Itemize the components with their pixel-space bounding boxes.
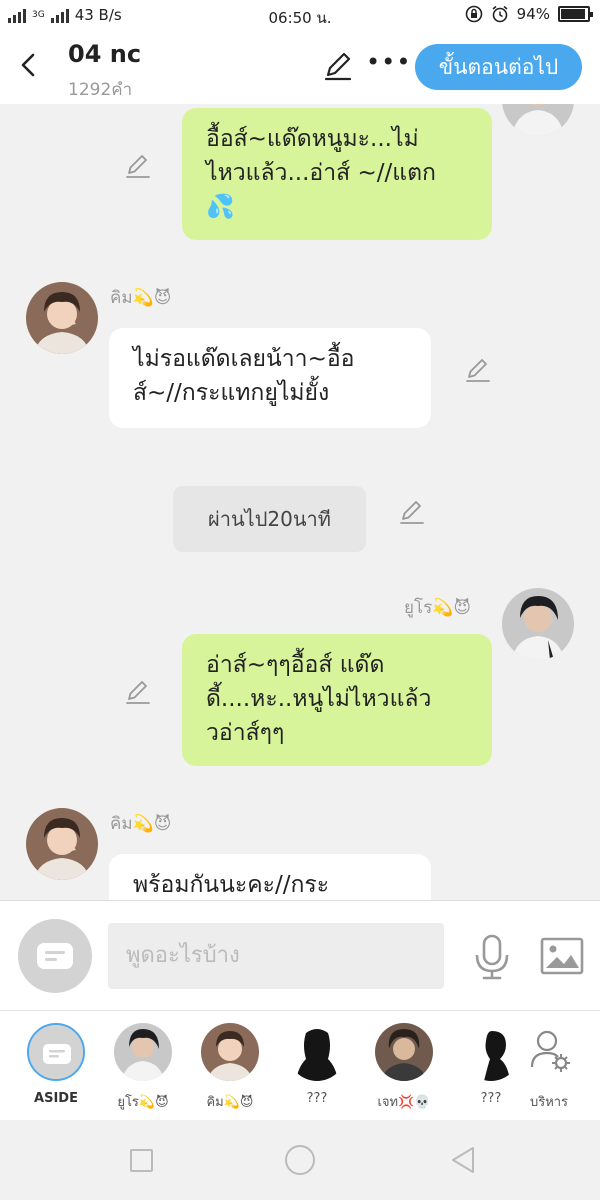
back-arrow-icon[interactable] <box>14 50 44 80</box>
message-line: วอ่าส์ๆๆ <box>206 720 285 746</box>
page-title: 04 nc <box>68 40 142 68</box>
message-line: ส์~//กระแทกยูไม่ยั้ง <box>133 380 330 406</box>
aside-chat-icon <box>37 943 73 969</box>
character-aside[interactable]: ASIDE <box>23 1023 89 1106</box>
message-input[interactable]: พูดอะไรบ้าง <box>108 923 444 989</box>
message-bubble[interactable]: อ่าส์~ๆๆอื้อส์ แด๊ด ดี้....หะ..หนูไม่ไหว… <box>182 634 492 766</box>
rotation-lock-icon <box>465 5 482 23</box>
system-back-button[interactable] <box>450 1145 476 1175</box>
home-button[interactable] <box>285 1145 315 1175</box>
header: 04 nc 1292คำ ••• ขั้นตอนต่อไป <box>0 32 600 104</box>
avatar-kim[interactable] <box>26 282 98 354</box>
avatar-yuro[interactable] <box>502 588 574 660</box>
next-step-button[interactable]: ขั้นตอนต่อไป <box>415 44 582 90</box>
avatar <box>201 1023 259 1081</box>
status-bar: 3G 43 B/s 06:50 น. 94% <box>0 0 600 32</box>
alarm-icon <box>492 5 508 23</box>
edit-message-icon[interactable] <box>464 356 492 384</box>
aside-text: ผ่านไป20นาที <box>208 507 331 531</box>
system-nav-bar <box>0 1120 600 1200</box>
aside-toggle-button[interactable] <box>18 919 92 993</box>
chat-area[interactable]: อื้อส์~แด๊ดหนูมะ...ไม่ ไหวแล้ว...อ่าส์ ~… <box>0 104 600 900</box>
word-count: 1292คำ <box>68 80 133 100</box>
character-jet[interactable]: เจท💢💀 <box>371 1023 437 1112</box>
aside-avatar <box>27 1023 85 1081</box>
image-icon[interactable] <box>540 937 584 975</box>
avatar-kim[interactable] <box>26 808 98 880</box>
message-line: ไม่รอแด๊ดเลยน้าา~อื้อ <box>133 346 355 372</box>
character-unknown[interactable]: ??? <box>284 1023 350 1106</box>
character-label: บริหาร <box>529 1095 569 1110</box>
battery-fill <box>561 9 586 19</box>
avatar <box>375 1023 433 1081</box>
manage-avatar <box>520 1023 578 1081</box>
avatar <box>114 1023 172 1081</box>
message-line: พร้อมกันนะคะ//กระ <box>133 872 330 898</box>
manage-characters[interactable]: บริหาร <box>516 1023 582 1112</box>
message-bubble[interactable]: ไม่รอแด๊ดเลยน้าา~อื้อ ส์~//กระแทกยูไม่ยั… <box>109 328 431 428</box>
edit-message-icon[interactable] <box>398 498 426 526</box>
sweat-drops-emoji: 💦 <box>206 194 235 220</box>
edit-pencil-icon[interactable] <box>322 50 354 82</box>
message-line: อ่าส์~ๆๆอื้อส์ แด๊ด <box>206 652 385 678</box>
microphone-icon[interactable] <box>472 933 512 981</box>
aside-narration[interactable]: ผ่านไป20นาที <box>173 486 366 552</box>
status-right: 94% <box>465 5 593 23</box>
character-label: เจท💢💀 <box>377 1095 431 1110</box>
character-label: ASIDE <box>34 1091 78 1106</box>
edit-message-icon[interactable] <box>124 152 152 180</box>
character-name: ยูโร💫😈 <box>404 598 472 618</box>
battery-icon <box>558 6 593 22</box>
character-yuro[interactable]: ยูโร💫😈 <box>110 1023 176 1112</box>
message-line: ดี้....หะ..หนูไม่ไหวแล้ว <box>206 686 432 712</box>
message-bubble[interactable]: พร้อมกันนะคะ//กระ <box>109 854 431 900</box>
input-bar: พูดอะไรบ้าง <box>0 900 600 1010</box>
edit-message-icon[interactable] <box>124 678 152 706</box>
battery-percent: 94% <box>516 5 550 23</box>
character-label: คิม💫😈 <box>206 1095 254 1110</box>
character-name: คิม💫😈 <box>110 288 172 308</box>
character-label: ยูโร💫😈 <box>117 1095 169 1110</box>
more-options-icon[interactable]: ••• <box>366 48 411 76</box>
avatar-yuro[interactable] <box>502 104 574 136</box>
message-line: อื้อส์~แด๊ดหนูมะ...ไม่ <box>206 126 419 152</box>
character-label: ??? <box>306 1091 328 1106</box>
character-kim[interactable]: คิม💫😈 <box>197 1023 263 1112</box>
character-unknown-2[interactable]: ??? <box>458 1023 524 1106</box>
message-line: ไหวแล้ว...อ่าส์ ~//แตก <box>206 160 436 186</box>
message-bubble[interactable]: อื้อส์~แด๊ดหนูมะ...ไม่ ไหวแล้ว...อ่าส์ ~… <box>182 108 492 240</box>
silhouette-avatar <box>462 1023 520 1081</box>
character-selector: ASIDE ยูโร💫😈 คิม💫😈 ??? เจท💢💀 ??? บริหาร <box>0 1010 600 1120</box>
recent-apps-button[interactable] <box>130 1149 153 1172</box>
silhouette-avatar <box>288 1023 346 1081</box>
character-name: คิม💫😈 <box>110 814 172 834</box>
user-settings-icon <box>530 1030 570 1072</box>
character-label: ??? <box>480 1091 502 1106</box>
